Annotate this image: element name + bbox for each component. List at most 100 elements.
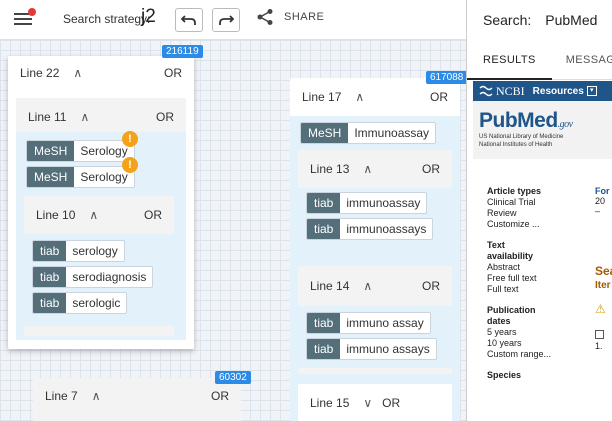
card-line14-operator[interactable]: OR	[422, 279, 440, 293]
resources-menu[interactable]: Resources	[533, 86, 584, 97]
tab-results[interactable]: RESULTS	[467, 40, 552, 80]
strategy-name[interactable]: j2	[141, 6, 156, 28]
undo-button[interactable]	[175, 8, 203, 32]
filter-sidebar: Article types Clinical Trial Review Cust…	[487, 186, 577, 381]
tab-messages[interactable]: MESSAGE	[552, 40, 612, 80]
card-line22[interactable]: Line 22 ∧ OR Line 11 ∧ OR MeSH Serology !…	[8, 56, 194, 349]
card-line13-body: tiab immunoassay tiab immunoassays	[298, 188, 452, 250]
term-chip[interactable]: tiab immuno assays	[306, 338, 437, 360]
database-selector[interactable]: PubMed	[545, 12, 597, 28]
term-field-tag: tiab	[33, 293, 67, 313]
undo-icon	[181, 15, 196, 25]
filter-item[interactable]: Abstract	[487, 262, 577, 273]
card-line10-title: Line 10	[36, 208, 76, 222]
card-line17-title: Line 17	[302, 90, 342, 104]
format-label[interactable]: For	[595, 186, 612, 196]
count-badge: 60302	[215, 371, 251, 384]
filter-item[interactable]: 10 years	[487, 338, 577, 349]
dropdown-icon[interactable]: ▾	[586, 86, 597, 96]
card-line10[interactable]: Line 10 ∧ OR tiab serology tiab serodiagno…	[24, 196, 174, 336]
filter-item[interactable]: Free full text	[487, 273, 577, 284]
items-label: Iter	[595, 280, 611, 291]
term-field-tag: tiab	[307, 313, 341, 333]
card-line15-header[interactable]: Line 15 ∨ OR	[298, 384, 452, 421]
card-line13-header[interactable]: Line 13 ∧ OR	[298, 150, 452, 188]
pubmed-logo[interactable]: PubMed.gov US National Library of Medici…	[473, 101, 612, 159]
term-field-tag: MeSH	[27, 167, 75, 187]
term-chip[interactable]: MeSH Serology	[26, 166, 135, 188]
result-checkbox[interactable]	[595, 330, 604, 339]
filter-item[interactable]: Custom range...	[487, 349, 577, 360]
warning-icon[interactable]: !	[122, 157, 138, 173]
redo-button[interactable]	[212, 8, 240, 32]
card-line7-header[interactable]: Line 7 ∧ OR	[33, 378, 241, 414]
share-button[interactable]: SHARE	[256, 8, 324, 26]
results-panel: Search: PubMed RESULTS MESSAGE NCBI Reso…	[466, 0, 612, 421]
card-line22-operator[interactable]: OR	[164, 66, 182, 80]
card-line11[interactable]: Line 11 ∧ OR MeSH Serology ! MeSH Serology…	[16, 98, 186, 340]
filter-heading: Species	[487, 370, 522, 380]
term-chip[interactable]: tiab serologic	[32, 292, 128, 314]
term-field-tag: tiab	[307, 193, 341, 213]
chevron-up-icon[interactable]: ∧	[92, 389, 101, 403]
chevron-up-icon[interactable]: ∧	[73, 66, 82, 80]
redo-icon	[219, 15, 234, 25]
ncbi-bar: NCBI Resources ▾	[473, 81, 612, 101]
card-line14[interactable]: Line 14 ∧ OR tiab immuno assay tiab immuno…	[298, 266, 452, 374]
chevron-up-icon[interactable]: ∧	[80, 110, 89, 124]
term-chip[interactable]: tiab immunoassay	[306, 192, 428, 214]
card-line17-operator[interactable]: OR	[430, 90, 448, 104]
chevron-up-icon[interactable]: ∧	[363, 162, 372, 176]
strategy-canvas[interactable]: Line 17 ∧ OR MeSH Immunoassay Line 13 ∧ …	[0, 40, 466, 421]
term-chip[interactable]: MeSH Serology	[26, 140, 135, 162]
card-line7[interactable]: Line 7 ∧ OR	[33, 378, 241, 421]
chevron-up-icon[interactable]: ∧	[355, 90, 364, 104]
results-column: For 20 – Sea Iter ⚠ 1.	[595, 186, 612, 351]
ncbi-logo-icon	[479, 85, 493, 97]
term-chip[interactable]: tiab serodiagnosis	[32, 266, 154, 288]
card-line14-header[interactable]: Line 14 ∧ OR	[298, 266, 452, 306]
card-line22-header[interactable]: Line 22 ∧ OR	[8, 56, 194, 90]
filter-item[interactable]: Full text	[487, 284, 577, 295]
panel-search-header: Search: PubMed	[467, 0, 612, 40]
term-chip[interactable]: tiab immuno assay	[306, 312, 431, 334]
chevron-up-icon[interactable]: ∧	[363, 279, 372, 293]
card-line10-operator[interactable]: OR	[144, 208, 162, 222]
card-line13[interactable]: Line 13 ∧ OR tiab immunoassay tiab immunoa…	[298, 150, 452, 250]
term-field-tag: tiab	[33, 267, 67, 287]
card-line15[interactable]: Line 15 ∨ OR	[298, 384, 452, 421]
term-text: immuno assay	[346, 316, 424, 330]
card-line15-operator[interactable]: OR	[382, 396, 400, 410]
filter-heading: Article types	[487, 186, 542, 196]
filter-item[interactable]: Review	[487, 208, 577, 219]
term-chip[interactable]: tiab immunoassays	[306, 218, 434, 240]
card-line10-header[interactable]: Line 10 ∧ OR	[24, 196, 174, 234]
term-chip[interactable]: MeSH Immunoassay	[300, 122, 437, 144]
filter-heading: Text availability	[487, 240, 534, 261]
search-results-heading: Sea	[595, 264, 612, 278]
filter-item[interactable]: Clinical Trial	[487, 197, 577, 208]
term-text: immuno assays	[346, 342, 430, 356]
term-text: immunoassays	[346, 222, 427, 236]
chevron-up-icon[interactable]: ∧	[89, 208, 98, 222]
notification-dot	[28, 8, 36, 16]
term-field-tag: MeSH	[301, 123, 349, 143]
card-line13-operator[interactable]: OR	[422, 162, 440, 176]
card-line7-operator[interactable]: OR	[211, 389, 229, 403]
term-field-tag: MeSH	[27, 141, 75, 161]
filter-item[interactable]: 5 years	[487, 327, 577, 338]
term-chip[interactable]: tiab serology	[32, 240, 125, 262]
toolbar: Search strategy: j2 SHARE	[0, 0, 466, 40]
card-line17[interactable]: Line 17 ∧ OR MeSH Immunoassay Line 13 ∧ …	[290, 78, 460, 421]
share-label: SHARE	[284, 11, 325, 23]
per-page-label[interactable]: 20 –	[595, 196, 612, 216]
card-line11-header[interactable]: Line 11 ∧ OR	[16, 98, 186, 136]
card-line11-operator[interactable]: OR	[156, 110, 174, 124]
chevron-down-icon[interactable]: ∨	[363, 396, 372, 410]
warning-icon[interactable]: !	[122, 131, 138, 147]
search-label: Search:	[483, 12, 532, 28]
nih-line: National Institutes of Health	[479, 142, 553, 148]
pubmed-gov: .gov	[557, 119, 573, 130]
filter-item[interactable]: Customize ...	[487, 219, 577, 230]
term-text: immunoassay	[346, 196, 421, 210]
